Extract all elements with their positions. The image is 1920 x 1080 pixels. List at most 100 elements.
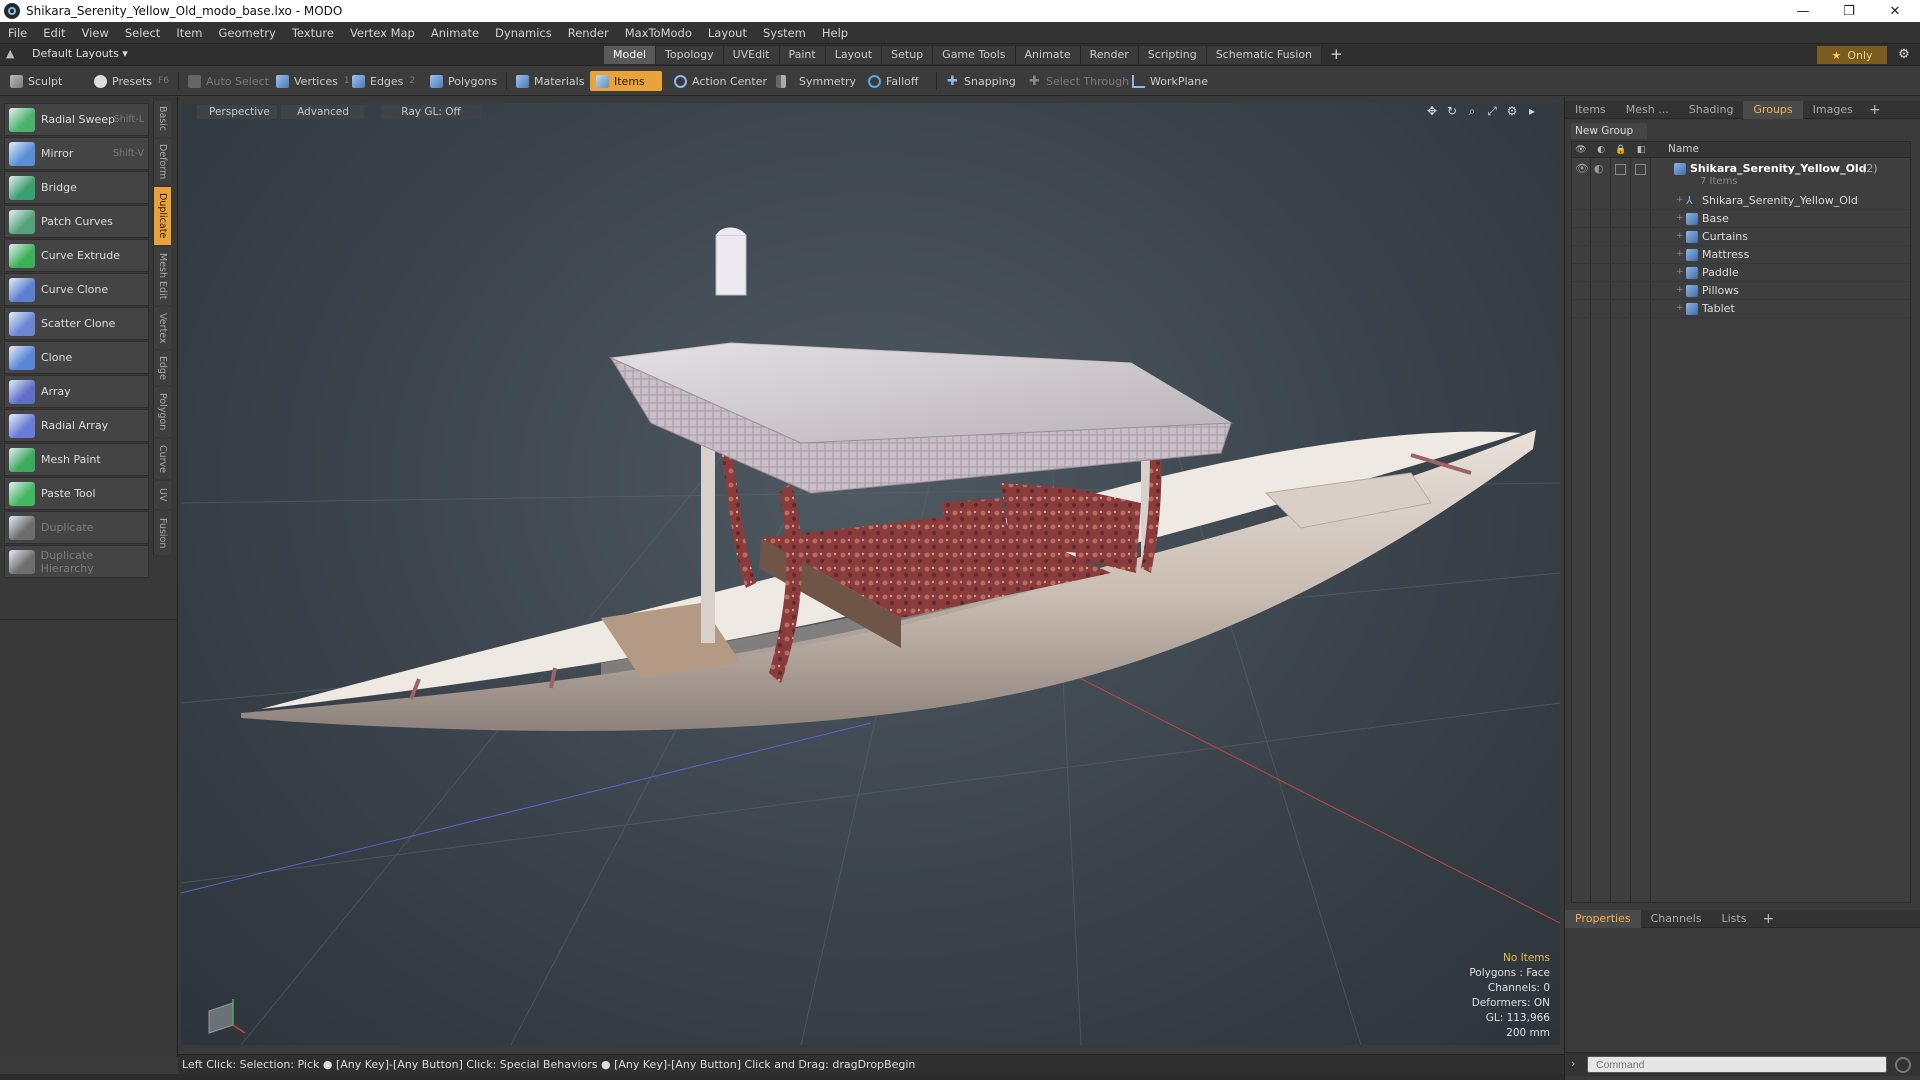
lock-column-icon[interactable]: 🔒: [1614, 143, 1628, 157]
side-tab-basic[interactable]: Basic: [153, 101, 171, 137]
group-item-row[interactable]: + Pillows: [1572, 282, 1910, 300]
zoom-icon[interactable]: ⌕: [1462, 104, 1482, 119]
groups-tab-shading[interactable]: Shading: [1679, 101, 1744, 119]
groups-add-tab-icon[interactable]: +: [1863, 102, 1887, 118]
groups-tab-mesh[interactable]: Mesh ...: [1616, 101, 1679, 119]
menu-maxtomodo[interactable]: MaxToModo: [617, 26, 700, 40]
side-tab-deform[interactable]: Deform: [153, 139, 171, 185]
menu-dynamics[interactable]: Dynamics: [487, 26, 560, 40]
menu-view[interactable]: View: [74, 26, 117, 40]
viewport-settings-icon[interactable]: ⚙: [1502, 104, 1522, 119]
menu-texture[interactable]: Texture: [284, 26, 342, 40]
group-root-row[interactable]: 👁 ◐ Shikara_Serenity_Yellow_Old (2) 7 Items: [1572, 160, 1910, 190]
shading-dropdown[interactable]: Advanced: [281, 105, 365, 119]
tool-bridge[interactable]: Bridge: [4, 171, 149, 204]
properties-tab-channels[interactable]: Channels: [1641, 910, 1712, 928]
maximize-icon[interactable]: ⤢: [1482, 104, 1502, 119]
side-tab-vertex[interactable]: Vertex: [153, 307, 171, 349]
properties-tab-lists[interactable]: Lists: [1712, 910, 1757, 928]
pan-icon[interactable]: ✥: [1422, 104, 1442, 119]
edges-button[interactable]: Edges 2: [346, 71, 421, 91]
layouts-dropdown[interactable]: ▲ Default Layouts ▾: [6, 47, 128, 60]
tab-paint[interactable]: Paint: [779, 46, 826, 64]
select-column-icon[interactable]: ◧: [1634, 143, 1648, 157]
tab-game-tools[interactable]: Game Tools: [933, 46, 1016, 64]
menu-select[interactable]: Select: [117, 26, 168, 40]
tab-schematic-fusion[interactable]: Schematic Fusion: [1206, 46, 1323, 64]
auto-select-button[interactable]: Auto Select: [182, 71, 275, 91]
group-item-row[interactable]: + Base: [1572, 210, 1910, 228]
raygl-toggle[interactable]: Ray GL: Off: [381, 105, 481, 119]
visibility-column-icon[interactable]: 👁: [1574, 143, 1588, 157]
select-through-button[interactable]: ✚ Select Through: [1022, 71, 1135, 91]
menu-layout[interactable]: Layout: [700, 26, 755, 40]
group-item-row[interactable]: + Paddle: [1572, 264, 1910, 282]
lock-checkbox[interactable]: [1615, 164, 1626, 175]
render-toggle-icon[interactable]: ◐: [1594, 162, 1604, 175]
view-type-dropdown[interactable]: Perspective: [197, 105, 277, 119]
layout-up-icon[interactable]: ▲: [6, 47, 18, 60]
tool-curve-clone[interactable]: Curve Clone: [4, 273, 149, 306]
scene-render[interactable]: [181, 103, 1560, 1045]
groups-tab-images[interactable]: Images: [1803, 101, 1863, 119]
viewport-menu-arrow-icon[interactable]: ▸: [1522, 104, 1542, 119]
menu-edit[interactable]: Edit: [35, 26, 73, 40]
action-center-button[interactable]: Action Center: [668, 71, 773, 91]
tab-topology[interactable]: Topology: [656, 46, 724, 64]
tool-curve-extrude[interactable]: Curve Extrude: [4, 239, 149, 272]
side-tab-duplicate[interactable]: Duplicate: [153, 187, 171, 245]
presets-button[interactable]: Presets F6: [88, 71, 175, 91]
tool-scatter-clone[interactable]: Scatter Clone: [4, 307, 149, 340]
side-tab-polygon[interactable]: Polygon: [153, 387, 171, 437]
symmetry-button[interactable]: Symmetry: [770, 71, 862, 91]
tool-duplicate-hierarchy[interactable]: Duplicate Hierarchy: [4, 545, 149, 578]
tool-patch-curves[interactable]: Patch Curves: [4, 205, 149, 238]
menu-item[interactable]: Item: [168, 26, 210, 40]
tab-scripting[interactable]: Scripting: [1138, 46, 1207, 64]
group-item-row[interactable]: + Tablet: [1572, 300, 1910, 318]
restore-button[interactable]: ❐: [1826, 0, 1872, 22]
tab-layout[interactable]: Layout: [825, 46, 883, 64]
workplane-button[interactable]: WorkPlane: [1126, 71, 1214, 91]
visibility-eye-icon[interactable]: 👁: [1575, 162, 1589, 175]
snapping-button[interactable]: ✚ Snapping: [940, 71, 1022, 91]
tab-setup[interactable]: Setup: [882, 46, 934, 64]
command-run-icon[interactable]: [1895, 1057, 1911, 1073]
vertices-button[interactable]: Vertices 1: [270, 71, 356, 91]
tool-duplicate[interactable]: Duplicate: [4, 511, 149, 544]
rotate-icon[interactable]: ↻: [1442, 104, 1462, 119]
render-column-icon[interactable]: ◐: [1594, 143, 1608, 157]
side-tab-mesh-edit[interactable]: Mesh Edit: [153, 247, 171, 305]
side-tab-uv[interactable]: UV: [153, 481, 171, 509]
only-button[interactable]: ★ Only: [1817, 46, 1887, 64]
tool-paste-tool[interactable]: Paste Tool: [4, 477, 149, 510]
axis-gizmo[interactable]: [208, 999, 246, 1034]
sculpt-button[interactable]: Sculpt: [4, 71, 68, 91]
tab-animate[interactable]: Animate: [1015, 46, 1081, 64]
tool-array[interactable]: Array: [4, 375, 149, 408]
properties-tab-properties[interactable]: Properties: [1565, 909, 1641, 928]
tool-clone[interactable]: Clone: [4, 341, 149, 374]
falloff-button[interactable]: Falloff: [862, 71, 924, 91]
tab-model[interactable]: Model: [604, 46, 657, 64]
menu-system[interactable]: System: [755, 26, 814, 40]
groups-tab-items[interactable]: Items: [1565, 101, 1616, 119]
tab-render[interactable]: Render: [1080, 46, 1139, 64]
gear-icon[interactable]: ⚙: [1894, 46, 1914, 64]
side-tab-fusion[interactable]: Fusion: [153, 511, 171, 555]
tool-mirror[interactable]: Mirror Shift-V: [4, 137, 149, 170]
polygons-button[interactable]: Polygons: [424, 71, 503, 91]
menu-file[interactable]: File: [0, 26, 35, 40]
side-tab-curve[interactable]: Curve: [153, 439, 171, 479]
menu-animate[interactable]: Animate: [423, 26, 487, 40]
close-button[interactable]: ✕: [1872, 0, 1918, 22]
minimize-button[interactable]: —: [1780, 0, 1826, 22]
side-tab-edge[interactable]: Edge: [153, 351, 171, 385]
tab-uvedit[interactable]: UVEdit: [723, 46, 780, 64]
group-item-row[interactable]: + Curtains: [1572, 228, 1910, 246]
group-item-row[interactable]: + Mattress: [1572, 246, 1910, 264]
groups-tab-groups[interactable]: Groups: [1743, 100, 1803, 119]
items-button[interactable]: Items: [590, 71, 662, 91]
command-input[interactable]: [1587, 1056, 1887, 1073]
menu-vertex-map[interactable]: Vertex Map: [342, 26, 423, 40]
